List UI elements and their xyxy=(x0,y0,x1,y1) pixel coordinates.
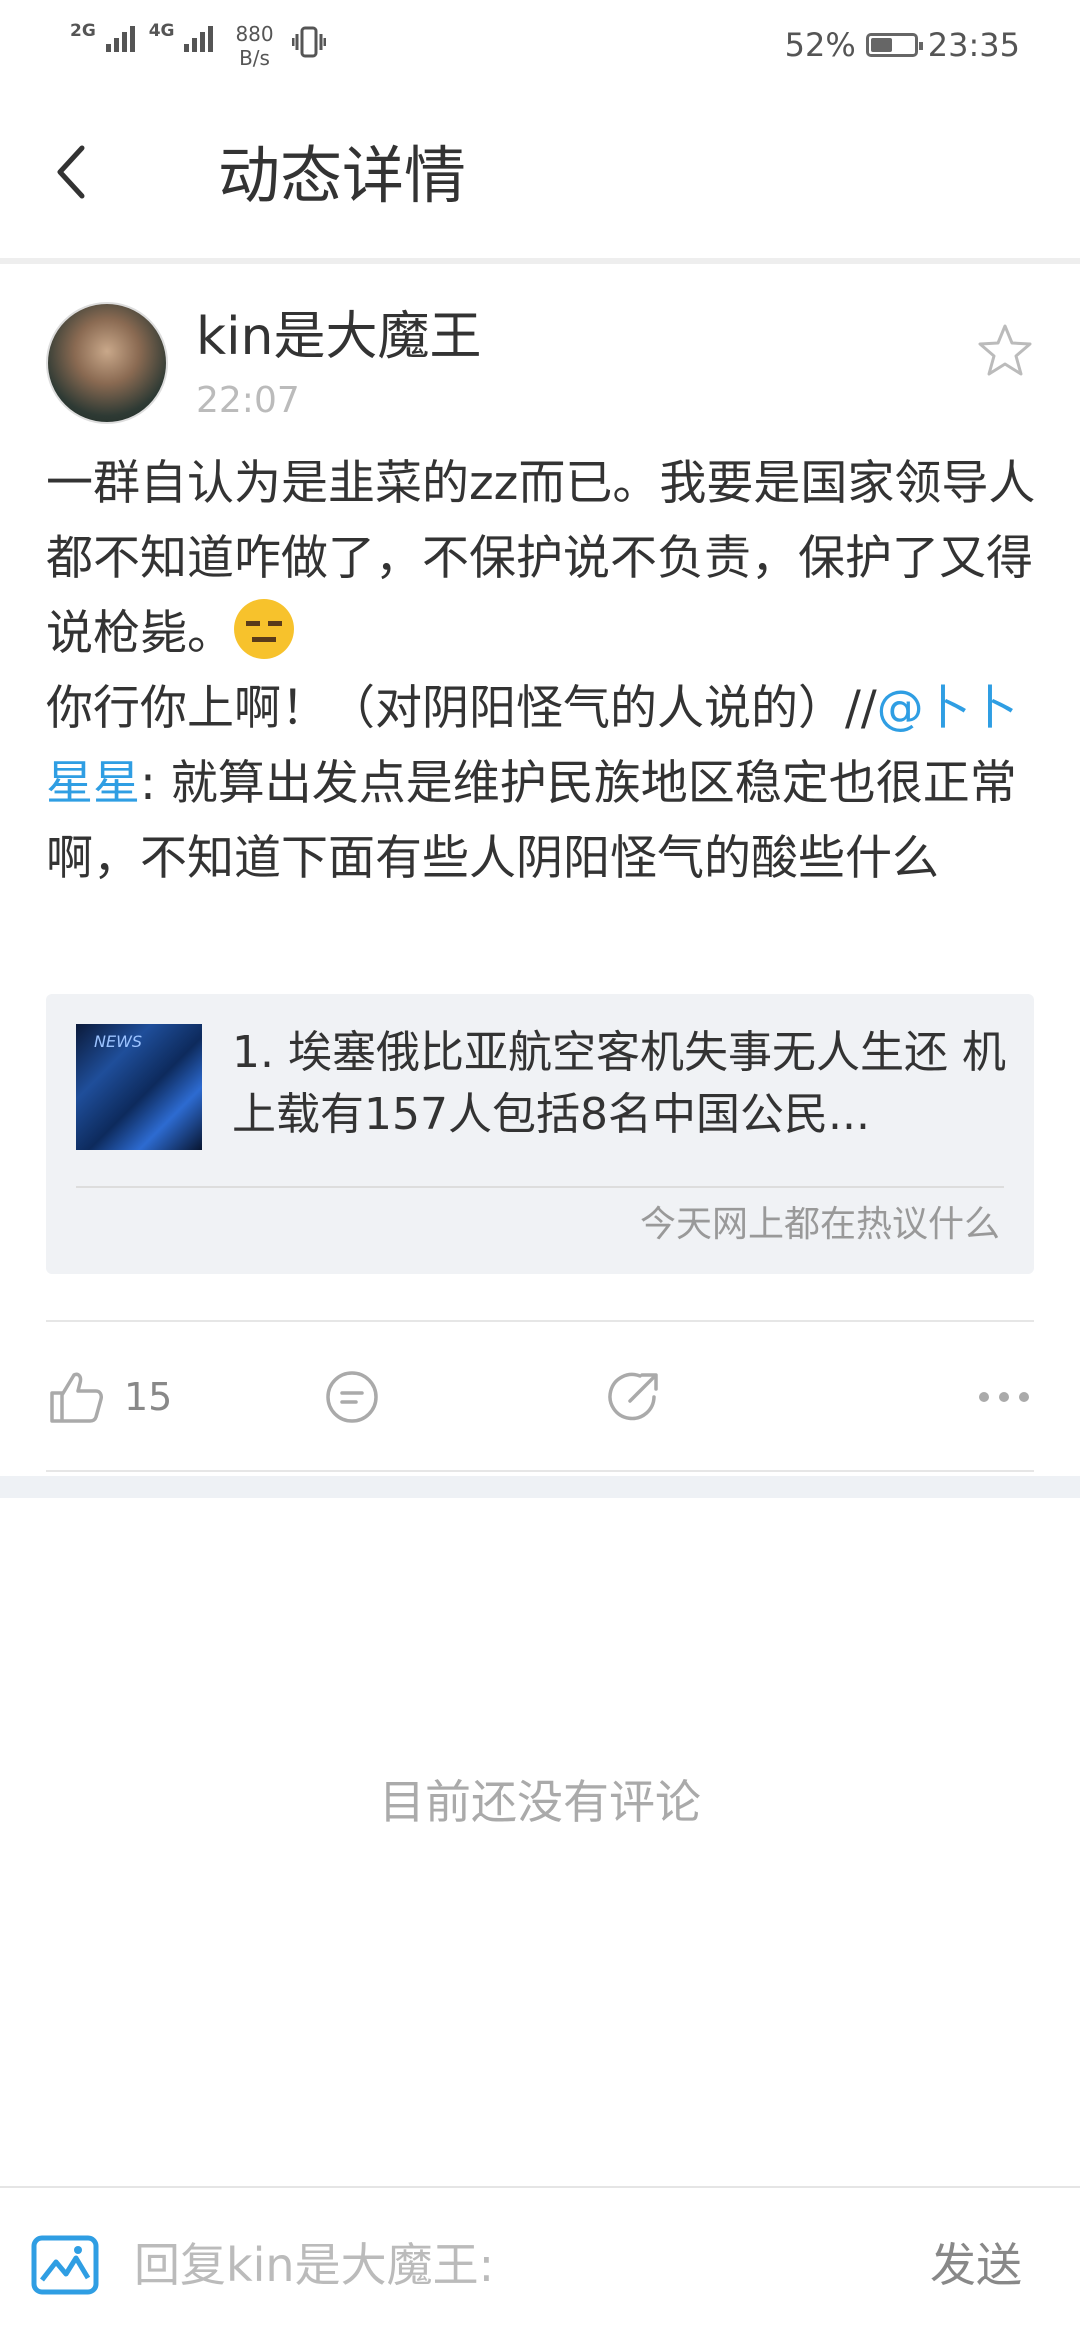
share-button[interactable] xyxy=(604,1365,664,1429)
back-button[interactable] xyxy=(44,142,104,202)
signal-bars-icon xyxy=(184,22,214,52)
favorite-button[interactable] xyxy=(976,322,1034,380)
post-text-part2: 你行你上啊！（对阴阳怪气的人说的）// xyxy=(46,681,877,736)
status-bar-right: 52% 23:35 xyxy=(785,26,1020,64)
post-body: 一群自认为是韭菜的zz而已。我要是国家领导人都不知道咋做了，不保护说不负责，保护… xyxy=(46,446,1036,896)
more-dots-icon xyxy=(979,1392,1029,1402)
like-count: 15 xyxy=(124,1375,173,1419)
battery-fill xyxy=(870,38,892,52)
section-separator xyxy=(0,1476,1080,1498)
card-divider xyxy=(76,1186,1004,1188)
divider xyxy=(46,1470,1034,1472)
network-speed: 880 B/s xyxy=(235,22,273,70)
post-time: 22:07 xyxy=(196,380,300,421)
comment-icon xyxy=(326,1371,378,1423)
shared-link-card[interactable]: NEWS 1. 埃塞俄比亚航空客机失事无人生还 机上载有157人包括8名中国公民… xyxy=(46,994,1034,1274)
divider xyxy=(46,1320,1034,1322)
signal-bars-icon xyxy=(105,22,135,52)
author-name[interactable]: kin是大魔王 xyxy=(196,304,482,370)
reply-input[interactable] xyxy=(134,2228,854,2302)
share-icon xyxy=(608,1372,658,1421)
like-button[interactable]: 15 xyxy=(46,1365,172,1429)
signal-1-label: 2G xyxy=(70,21,96,41)
avatar[interactable] xyxy=(46,302,168,424)
signal-2-label: 4G xyxy=(148,21,175,41)
status-bar-left: 2G 4G 880 B/s xyxy=(70,22,327,71)
expressionless-face-icon xyxy=(234,599,294,659)
post-text-part1: 一群自认为是韭菜的zz而已。我要是国家领导人都不知道咋做了，不保护说不负责，保护… xyxy=(46,456,1036,661)
app-header: 动态详情 xyxy=(0,92,1080,264)
status-bar: 2G 4G 880 B/s 52% 23:35 xyxy=(0,0,1080,92)
empty-comments-text: 目前还没有评论 xyxy=(379,1775,701,1829)
image-icon xyxy=(31,2235,99,2295)
clock: 23:35 xyxy=(927,26,1020,64)
action-bar: 15 xyxy=(0,1355,1080,1445)
more-button[interactable] xyxy=(974,1365,1034,1429)
thumbs-up-icon xyxy=(50,1372,103,1423)
battery-icon xyxy=(865,33,923,57)
signal-indicator-1: 2G xyxy=(70,22,135,52)
thumbnail-logo-text: NEWS xyxy=(94,1032,143,1051)
back-arrow-icon xyxy=(57,145,85,199)
vibrate-icon-svg xyxy=(291,26,327,58)
card-footer: 今天网上都在热议什么 xyxy=(639,1204,1000,1245)
battery-percent: 52% xyxy=(784,26,856,64)
news-thumbnail: NEWS xyxy=(76,1024,202,1150)
image-picker-button[interactable] xyxy=(30,2234,100,2296)
send-button[interactable]: 发送 xyxy=(930,2228,1022,2302)
reply-bar: 发送 xyxy=(0,2186,1080,2342)
card-title: 1. 埃塞俄比亚航空客机失事无人生还 机上载有157人包括8名中国公民... xyxy=(232,1027,1006,1140)
comment-button[interactable] xyxy=(322,1365,382,1429)
signal-indicator-2: 4G xyxy=(149,22,214,52)
vibrate-icon xyxy=(291,22,327,71)
post-text-part3: : 就算出发点是维护民族地区稳定也很正常啊，不知道下面有些人阴阳怪气的酸些什么 xyxy=(46,756,1017,886)
network-speed-unit: B/s xyxy=(239,46,270,70)
star-icon xyxy=(978,324,1032,376)
network-speed-value: 880 xyxy=(235,22,274,46)
page-title: 动态详情 xyxy=(218,139,467,212)
